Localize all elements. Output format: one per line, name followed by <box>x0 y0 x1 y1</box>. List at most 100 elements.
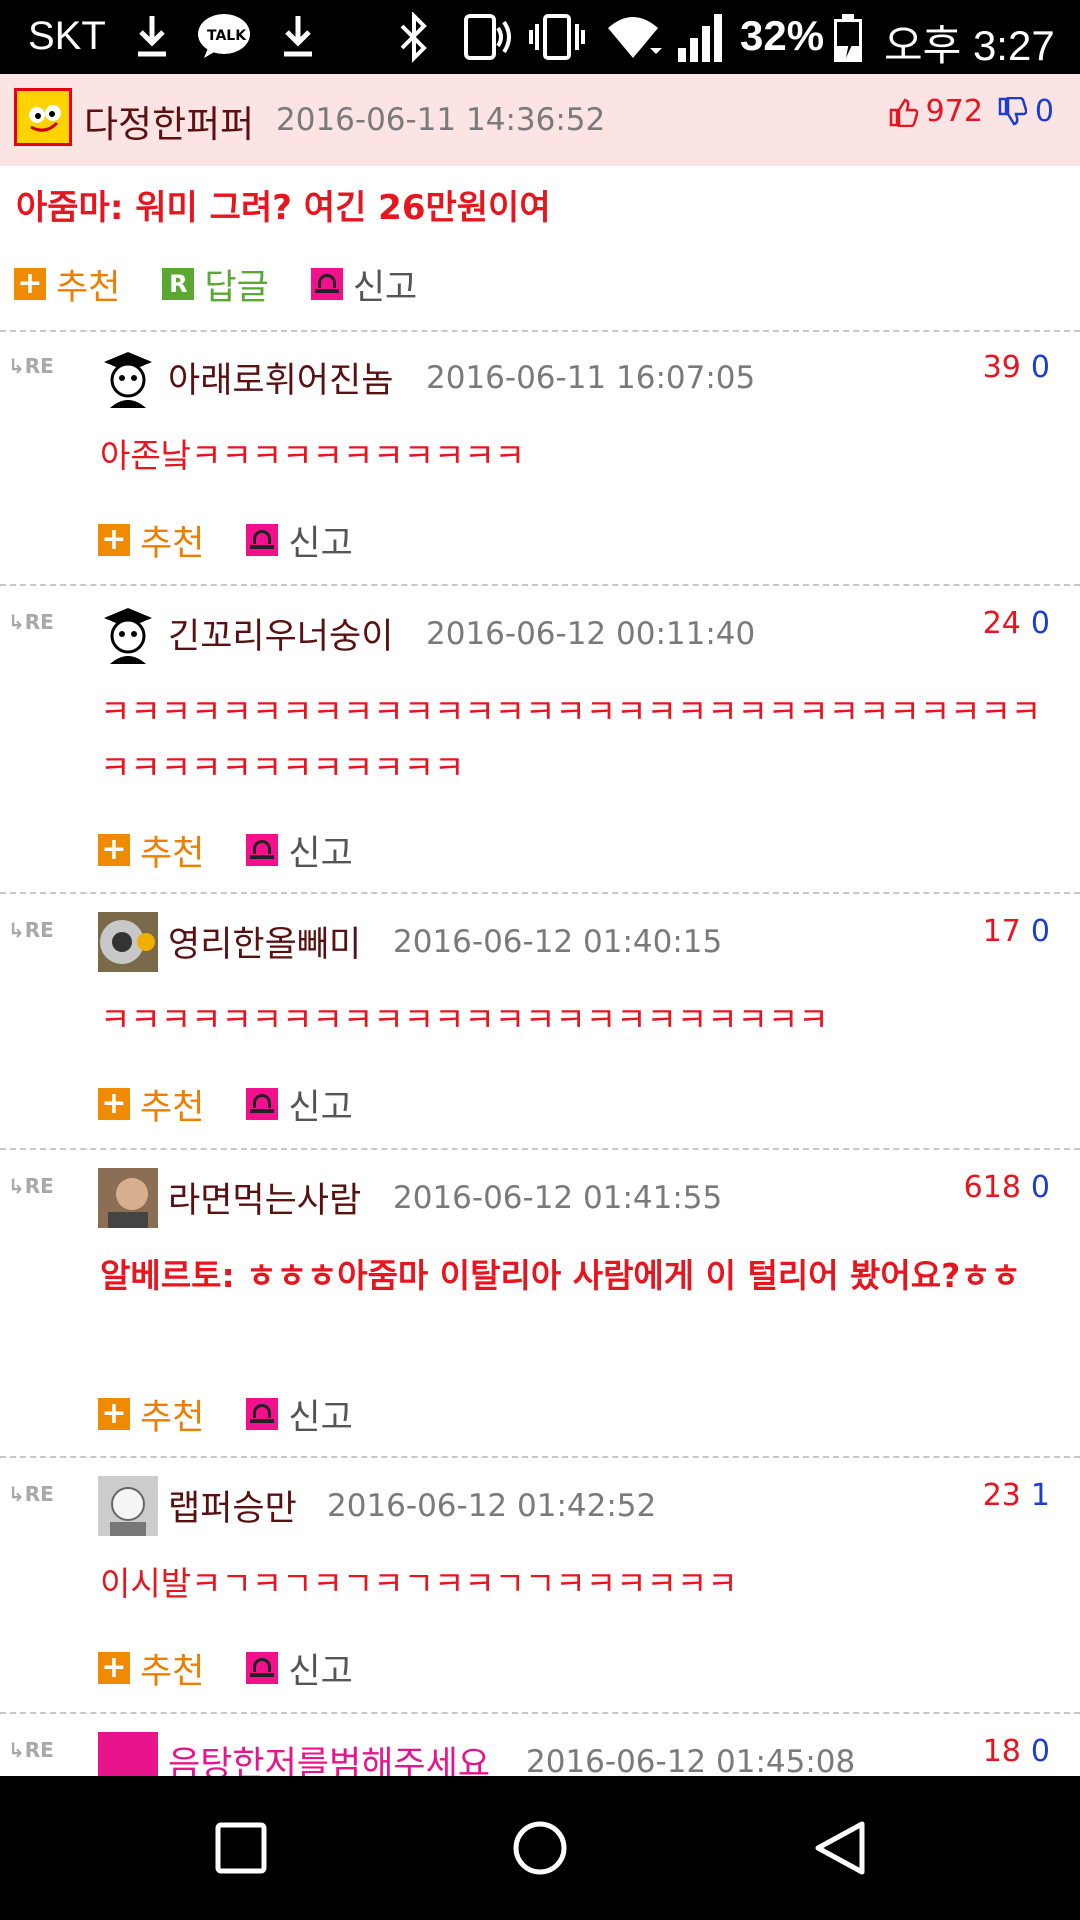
avatar[interactable] <box>14 88 72 146</box>
report-label: 신고 <box>288 523 353 564</box>
avatar[interactable] <box>98 912 158 972</box>
battery-percent: 32% <box>740 12 825 59</box>
carrier-label: SKT <box>28 14 106 58</box>
avatar[interactable] <box>98 604 158 664</box>
status-bar: SKT TALK 32% 오후 3:27 <box>0 0 1080 74</box>
report-button[interactable]: 신고 <box>246 1079 353 1130</box>
avatar[interactable] <box>98 1732 158 1776</box>
comment-votes: 17 0 <box>983 914 1050 949</box>
comment-item: ↳RE 영리한올빼미 2016-06-12 01:40:15 17 0 ㅋㅋㅋㅋㅋ… <box>0 896 1080 1146</box>
comment-votes: 18 0 <box>983 1734 1050 1769</box>
comment-nickname[interactable]: 랩퍼승만 <box>168 1480 297 1531</box>
post-nickname[interactable]: 다정한퍼퍼 <box>84 94 254 148</box>
comment-date: 2016-06-11 16:07:05 <box>426 360 756 396</box>
like-count: 18 <box>982 1734 1021 1769</box>
plus-icon: + <box>98 524 130 556</box>
comment-nickname[interactable]: 음탕한저를범해주세요 <box>168 1736 490 1776</box>
comment-item: ↳RE 긴꼬리우너숭이 2016-06-12 00:11:40 24 0 ㅋㅋㅋㅋ… <box>0 588 1080 894</box>
reply-arrow-icon: ↳RE <box>8 1174 54 1198</box>
comment-nickname[interactable]: 아래로휘어진놈 <box>168 352 393 403</box>
comment-item: ↳RE 라면먹는사람 2016-06-12 01:41:55 618 0 알베르토… <box>0 1152 1080 1458</box>
comment-votes: 39 0 <box>983 350 1050 385</box>
plus-icon: + <box>98 1652 130 1684</box>
back-icon[interactable] <box>810 1818 870 1878</box>
avatar[interactable] <box>98 348 158 408</box>
comment-item: ↳RE 아래로휘어진놈 2016-06-11 16:07:05 39 0 아존낰ㅋ… <box>0 332 1080 582</box>
recommend-label: 추천 <box>140 1087 205 1128</box>
recommend-button[interactable]: + 추천 <box>14 259 120 310</box>
reply-icon: R <box>162 268 195 300</box>
comment-votes: 24 0 <box>983 606 1050 641</box>
comment-date: 2016-06-12 01:41:55 <box>393 1180 723 1216</box>
comment-body: 이시발ㅋㄱㅋㄱㅋㄱㅋㄱㅋㅋㄱㄱㅋㅋㅋㅋㅋㅋ <box>100 1564 738 1603</box>
comment-actions: + 추천 신고 <box>98 1646 395 1692</box>
report-button[interactable]: 신고 <box>246 1643 353 1694</box>
svg-text:TALK: TALK <box>207 28 247 44</box>
report-label: 신고 <box>288 1397 353 1438</box>
vibrate-icon <box>529 14 585 60</box>
report-label: 신고 <box>352 267 418 308</box>
comment-item: ↳RE 음탕한저를범해주세요 2016-06-12 01:45:08 18 0 <box>0 1716 1080 1776</box>
siren-icon <box>246 834 279 866</box>
post-body: 아줌마: 워미 그려? 여긴 26만원이여 <box>16 188 551 228</box>
home-icon[interactable] <box>510 1818 570 1878</box>
recommend-button[interactable]: + 추천 <box>98 515 204 566</box>
recommend-label: 추천 <box>140 1651 205 1692</box>
recommend-button[interactable]: + 추천 <box>98 1643 204 1694</box>
comment-date: 2016-06-12 01:45:08 <box>526 1744 856 1776</box>
level-icon <box>29 105 61 132</box>
kakaotalk-icon: TALK <box>198 14 250 58</box>
report-button[interactable]: 신고 <box>246 515 353 566</box>
battery-charging-icon <box>834 14 862 62</box>
reply-label: 답글 <box>204 267 269 308</box>
like-count: 39 <box>982 350 1021 385</box>
reply-arrow-icon: ↳RE <box>8 610 54 634</box>
siren-icon <box>310 268 343 300</box>
recommend-label: 추천 <box>56 267 121 308</box>
comment-body: 알베르토: ㅎㅎㅎ아줌마 이탈리아 사람에게 이 털리어 봤어요?ㅎㅎ <box>100 1256 1021 1295</box>
comment-nickname[interactable]: 영리한올빼미 <box>168 916 361 967</box>
recommend-button[interactable]: + 추천 <box>98 825 204 876</box>
report-label: 신고 <box>288 1651 353 1692</box>
post-header: 다정한퍼퍼 2016-06-11 14:36:52 972 0 <box>0 74 1080 166</box>
avatar[interactable] <box>98 1168 158 1228</box>
thumbs-down-icon <box>998 96 1027 125</box>
siren-icon <box>246 1652 279 1684</box>
divider <box>0 892 1080 894</box>
reply-button[interactable]: R 답글 <box>162 259 269 310</box>
plus-icon: + <box>98 834 130 866</box>
post-dislike-count: 0 <box>1034 94 1054 129</box>
reply-arrow-icon: ↳RE <box>8 354 54 378</box>
comment-nickname[interactable]: 긴꼬리우너숭이 <box>168 608 393 659</box>
report-button[interactable]: 신고 <box>246 1389 353 1440</box>
comment-body: ㅋㅋㅋㅋㅋㅋㅋㅋㅋㅋㅋㅋㅋㅋㅋㅋㅋㅋㅋㅋㅋㅋㅋㅋ <box>100 1000 829 1039</box>
like-count: 17 <box>982 914 1021 949</box>
divider <box>0 584 1080 586</box>
dislike-count: 0 <box>1030 914 1050 949</box>
comment-actions: + 추천 신고 <box>98 1392 395 1438</box>
report-button[interactable]: 신고 <box>246 825 353 876</box>
recent-apps-icon[interactable] <box>211 1818 271 1878</box>
siren-icon <box>246 524 279 556</box>
recommend-button[interactable]: + 추천 <box>98 1079 204 1130</box>
navigation-bar <box>0 1776 1080 1920</box>
report-button[interactable]: 신고 <box>310 259 418 310</box>
recommend-button[interactable]: + 추천 <box>98 1389 204 1440</box>
like-count: 24 <box>982 606 1021 641</box>
comment-body: 아존낰ㅋㅋㅋㅋㅋㅋㅋㅋㅋㅋㅋ <box>100 436 526 475</box>
main-post: 다정한퍼퍼 2016-06-11 14:36:52 972 0 아줌마: 워미 … <box>0 74 1080 330</box>
like-count: 23 <box>982 1478 1021 1513</box>
dislike-count: 0 <box>1030 1170 1050 1205</box>
download-icon <box>284 16 312 57</box>
avatar[interactable] <box>98 1476 158 1536</box>
plus-icon: + <box>98 1088 130 1120</box>
reply-arrow-icon: ↳RE <box>8 1738 54 1762</box>
divider <box>0 1456 1080 1458</box>
comment-body: ㅋㅋㅋㅋㅋㅋㅋㅋㅋㅋㅋㅋㅋㅋㅋㅋㅋㅋㅋㅋㅋㅋㅋㅋㅋㅋㅋㅋㅋㅋㅋㅋㅋㅋㅋㅋㅋㅋㅋㅋ… <box>100 692 1042 787</box>
report-label: 신고 <box>288 833 353 874</box>
comment-nickname[interactable]: 라면먹는사람 <box>168 1172 361 1223</box>
comment-actions: + 추천 신고 <box>98 1082 395 1128</box>
comment-actions: + 추천 신고 <box>98 518 395 564</box>
comment-date: 2016-06-12 01:40:15 <box>393 924 723 960</box>
siren-icon <box>246 1398 279 1430</box>
